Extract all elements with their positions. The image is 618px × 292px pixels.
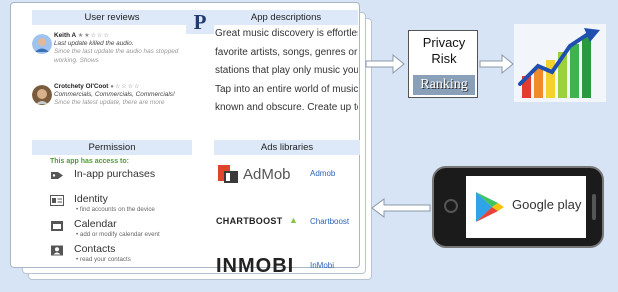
diagram: User reviews Keith A ★★☆☆☆ Last update k… (0, 0, 618, 292)
arrow-from-store-icon (371, 198, 431, 218)
arrow-to-privacy-icon (365, 53, 405, 75)
speaker-icon (592, 194, 596, 220)
risk-label: Risk (431, 51, 457, 66)
phone-screen: Google play (466, 176, 586, 238)
phone-google-play: Google play (432, 166, 604, 248)
privacy-risk-ranking-box: Privacy Risk Ranking (408, 30, 478, 98)
privacy-label: Privacy (422, 35, 466, 50)
google-play-icon (476, 192, 504, 222)
ranking-label: Ranking (413, 75, 475, 95)
arrow-to-chart-icon (479, 53, 514, 75)
privacy-risk-label: Privacy Risk (409, 35, 479, 67)
growth-chart-icon (514, 24, 606, 102)
home-button-icon (444, 199, 458, 213)
google-play-label: Google play (512, 197, 582, 212)
